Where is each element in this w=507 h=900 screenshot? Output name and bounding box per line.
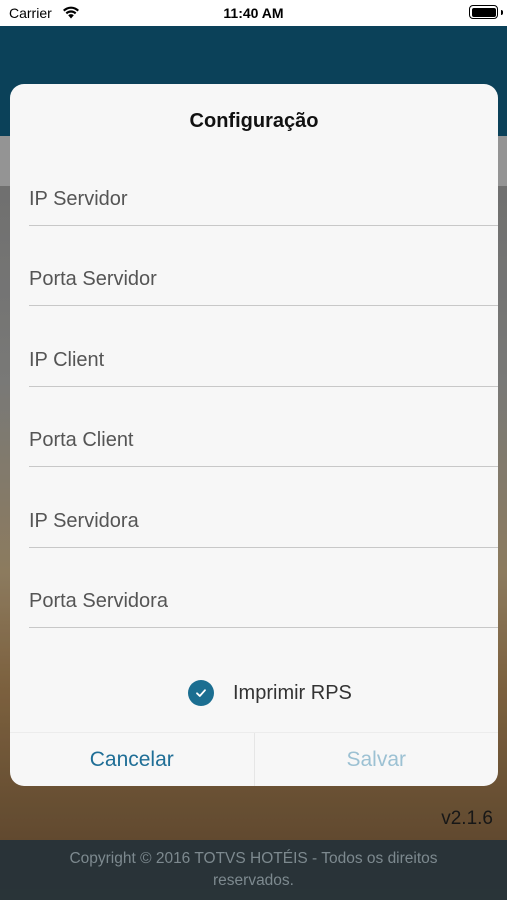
dialog-actions: Cancelar Salvar <box>10 732 498 786</box>
ip-servidora-input[interactable] <box>29 510 498 533</box>
status-bar: Carrier 11:40 AM <box>0 0 507 26</box>
ip-client-input[interactable] <box>29 349 498 372</box>
battery-icon <box>469 5 498 19</box>
ip-client-field[interactable] <box>29 307 498 387</box>
porta-servidora-field[interactable] <box>29 548 498 628</box>
save-button[interactable]: Salvar <box>255 733 499 786</box>
ip-servidor-field[interactable] <box>29 146 498 226</box>
dialog-title: Configuração <box>189 110 319 132</box>
configuration-dialog: Configuração Imprimir RPS Cancelar Salva… <box>10 84 498 786</box>
porta-client-field[interactable] <box>29 387 498 467</box>
porta-servidor-input[interactable] <box>29 268 498 291</box>
ip-servidora-field[interactable] <box>29 468 498 548</box>
imprimir-rps-label: Imprimir RPS <box>233 681 352 704</box>
clock: 11:40 AM <box>223 5 284 21</box>
porta-servidor-field[interactable] <box>29 226 498 306</box>
porta-servidora-input[interactable] <box>29 590 498 613</box>
imprimir-rps-checkbox[interactable]: Imprimir RPS <box>188 679 352 707</box>
porta-client-input[interactable] <box>29 429 498 452</box>
cancel-button[interactable]: Cancelar <box>10 733 255 786</box>
checkmark-icon[interactable] <box>188 680 214 706</box>
ip-servidor-input[interactable] <box>29 188 498 211</box>
